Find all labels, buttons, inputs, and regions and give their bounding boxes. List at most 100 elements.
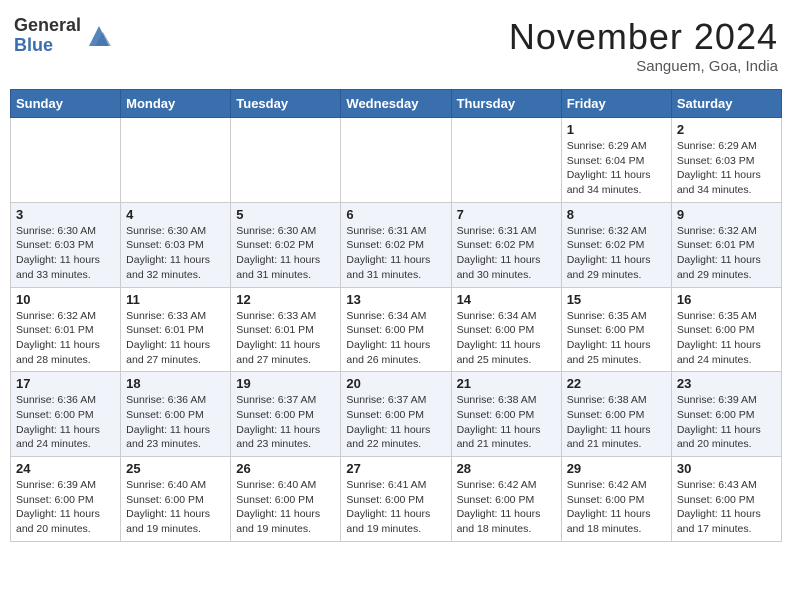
day-header-wednesday: Wednesday xyxy=(341,90,451,118)
calendar-day-10: 10 Sunrise: 6:32 AM Sunset: 6:01 PM Dayli… xyxy=(11,287,121,372)
calendar-day-3: 3 Sunrise: 6:30 AM Sunset: 6:03 PM Daylig… xyxy=(11,202,121,287)
day-info: Sunrise: 6:40 AM Sunset: 6:00 PM Dayligh… xyxy=(126,478,225,537)
day-number: 6 xyxy=(346,207,445,222)
title-block: November 2024 Sanguem, Goa, India xyxy=(509,16,778,75)
day-info: Sunrise: 6:30 AM Sunset: 6:03 PM Dayligh… xyxy=(16,224,115,283)
day-info: Sunrise: 6:30 AM Sunset: 6:03 PM Dayligh… xyxy=(126,224,225,283)
calendar-empty xyxy=(121,118,231,203)
day-number: 10 xyxy=(16,292,115,307)
calendar-day-27: 27 Sunrise: 6:41 AM Sunset: 6:00 PM Dayli… xyxy=(341,457,451,542)
day-number: 12 xyxy=(236,292,335,307)
calendar-day-6: 6 Sunrise: 6:31 AM Sunset: 6:02 PM Daylig… xyxy=(341,202,451,287)
calendar-day-16: 16Sunrise: 6:35 AM Sunset: 6:00 PM Dayli… xyxy=(671,287,781,372)
calendar-week-1: 3 Sunrise: 6:30 AM Sunset: 6:03 PM Daylig… xyxy=(11,202,782,287)
day-info: Sunrise: 6:36 AM Sunset: 6:00 PM Dayligh… xyxy=(126,393,225,452)
day-info: Sunrise: 6:33 AM Sunset: 6:01 PM Dayligh… xyxy=(126,309,225,368)
day-number: 13 xyxy=(346,292,445,307)
logo-blue-text: Blue xyxy=(14,36,81,56)
day-header-saturday: Saturday xyxy=(671,90,781,118)
day-info: Sunrise: 6:31 AM Sunset: 6:02 PM Dayligh… xyxy=(346,224,445,283)
calendar-day-13: 13 Sunrise: 6:34 AM Sunset: 6:00 PM Dayli… xyxy=(341,287,451,372)
day-info: Sunrise: 6:32 AM Sunset: 6:02 PM Dayligh… xyxy=(567,224,666,283)
day-info: Sunrise: 6:39 AM Sunset: 6:00 PM Dayligh… xyxy=(16,478,115,537)
calendar-day-22: 22 Sunrise: 6:38 AM Sunset: 6:00 PM Dayli… xyxy=(561,372,671,457)
logo-icon xyxy=(85,22,113,50)
day-info: Sunrise: 6:36 AM Sunset: 6:00 PM Dayligh… xyxy=(16,393,115,452)
month-title: November 2024 xyxy=(509,16,778,58)
day-number: 18 xyxy=(126,376,225,391)
calendar-day-25: 25Sunrise: 6:40 AM Sunset: 6:00 PM Dayli… xyxy=(121,457,231,542)
day-number: 11 xyxy=(126,292,225,307)
day-number: 22 xyxy=(567,376,666,391)
calendar-day-29: 29 Sunrise: 6:42 AM Sunset: 6:00 PM Dayli… xyxy=(561,457,671,542)
day-info: Sunrise: 6:35 AM Sunset: 6:00 PM Dayligh… xyxy=(567,309,666,368)
day-number: 17 xyxy=(16,376,115,391)
day-number: 23 xyxy=(677,376,776,391)
day-info: Sunrise: 6:42 AM Sunset: 6:00 PM Dayligh… xyxy=(567,478,666,537)
day-info: Sunrise: 6:38 AM Sunset: 6:00 PM Dayligh… xyxy=(567,393,666,452)
calendar-day-7: 7 Sunrise: 6:31 AM Sunset: 6:02 PM Daylig… xyxy=(451,202,561,287)
day-number: 5 xyxy=(236,207,335,222)
day-number: 27 xyxy=(346,461,445,476)
calendar-day-9: 9 Sunrise: 6:32 AM Sunset: 6:01 PM Daylig… xyxy=(671,202,781,287)
calendar-day-5: 5 Sunrise: 6:30 AM Sunset: 6:02 PM Daylig… xyxy=(231,202,341,287)
day-number: 9 xyxy=(677,207,776,222)
day-info: Sunrise: 6:30 AM Sunset: 6:02 PM Dayligh… xyxy=(236,224,335,283)
day-number: 29 xyxy=(567,461,666,476)
calendar-day-14: 14 Sunrise: 6:34 AM Sunset: 6:00 PM Dayli… xyxy=(451,287,561,372)
day-number: 28 xyxy=(457,461,556,476)
day-info: Sunrise: 6:32 AM Sunset: 6:01 PM Dayligh… xyxy=(16,309,115,368)
day-info: Sunrise: 6:40 AM Sunset: 6:00 PM Dayligh… xyxy=(236,478,335,537)
day-number: 7 xyxy=(457,207,556,222)
day-info: Sunrise: 6:33 AM Sunset: 6:01 PM Dayligh… xyxy=(236,309,335,368)
day-number: 30 xyxy=(677,461,776,476)
day-info: Sunrise: 6:41 AM Sunset: 6:00 PM Dayligh… xyxy=(346,478,445,537)
calendar-table: SundayMondayTuesdayWednesdayThursdayFrid… xyxy=(10,89,782,542)
calendar-day-26: 26 Sunrise: 6:40 AM Sunset: 6:00 PM Dayli… xyxy=(231,457,341,542)
day-info: Sunrise: 6:34 AM Sunset: 6:00 PM Dayligh… xyxy=(457,309,556,368)
day-number: 19 xyxy=(236,376,335,391)
calendar-empty xyxy=(11,118,121,203)
calendar-day-20: 20 Sunrise: 6:37 AM Sunset: 6:00 PM Dayli… xyxy=(341,372,451,457)
day-number: 20 xyxy=(346,376,445,391)
calendar-day-15: 15 Sunrise: 6:35 AM Sunset: 6:00 PM Dayli… xyxy=(561,287,671,372)
day-info: Sunrise: 6:37 AM Sunset: 6:00 PM Dayligh… xyxy=(346,393,445,452)
day-header-sunday: Sunday xyxy=(11,90,121,118)
calendar-day-8: 8 Sunrise: 6:32 AM Sunset: 6:02 PM Daylig… xyxy=(561,202,671,287)
day-header-thursday: Thursday xyxy=(451,90,561,118)
day-header-monday: Monday xyxy=(121,90,231,118)
day-number: 14 xyxy=(457,292,556,307)
calendar-day-23: 23Sunrise: 6:39 AM Sunset: 6:00 PM Dayli… xyxy=(671,372,781,457)
calendar-week-3: 17 Sunrise: 6:36 AM Sunset: 6:00 PM Dayli… xyxy=(11,372,782,457)
calendar-week-2: 10 Sunrise: 6:32 AM Sunset: 6:01 PM Dayli… xyxy=(11,287,782,372)
calendar-empty xyxy=(341,118,451,203)
calendar-day-18: 18 Sunrise: 6:36 AM Sunset: 6:00 PM Dayli… xyxy=(121,372,231,457)
calendar-header-row: SundayMondayTuesdayWednesdayThursdayFrid… xyxy=(11,90,782,118)
calendar-day-19: 19Sunrise: 6:37 AM Sunset: 6:00 PM Dayli… xyxy=(231,372,341,457)
day-header-friday: Friday xyxy=(561,90,671,118)
logo-general-text: General xyxy=(14,16,81,36)
day-info: Sunrise: 6:31 AM Sunset: 6:02 PM Dayligh… xyxy=(457,224,556,283)
day-number: 21 xyxy=(457,376,556,391)
day-info: Sunrise: 6:43 AM Sunset: 6:00 PM Dayligh… xyxy=(677,478,776,537)
day-number: 1 xyxy=(567,122,666,137)
calendar-empty xyxy=(451,118,561,203)
day-number: 15 xyxy=(567,292,666,307)
day-info: Sunrise: 6:29 AM Sunset: 6:03 PM Dayligh… xyxy=(677,139,776,198)
calendar-day-28: 28Sunrise: 6:42 AM Sunset: 6:00 PM Dayli… xyxy=(451,457,561,542)
day-header-tuesday: Tuesday xyxy=(231,90,341,118)
day-info: Sunrise: 6:34 AM Sunset: 6:00 PM Dayligh… xyxy=(346,309,445,368)
calendar-day-11: 11 Sunrise: 6:33 AM Sunset: 6:01 PM Dayli… xyxy=(121,287,231,372)
calendar-week-4: 24 Sunrise: 6:39 AM Sunset: 6:00 PM Dayli… xyxy=(11,457,782,542)
day-number: 3 xyxy=(16,207,115,222)
day-number: 24 xyxy=(16,461,115,476)
day-info: Sunrise: 6:32 AM Sunset: 6:01 PM Dayligh… xyxy=(677,224,776,283)
day-number: 8 xyxy=(567,207,666,222)
day-number: 26 xyxy=(236,461,335,476)
calendar-week-0: 1Sunrise: 6:29 AM Sunset: 6:04 PM Daylig… xyxy=(11,118,782,203)
logo: General Blue xyxy=(14,16,113,56)
calendar-day-24: 24 Sunrise: 6:39 AM Sunset: 6:00 PM Dayli… xyxy=(11,457,121,542)
location: Sanguem, Goa, India xyxy=(509,58,778,75)
day-number: 4 xyxy=(126,207,225,222)
calendar-day-4: 4 Sunrise: 6:30 AM Sunset: 6:03 PM Daylig… xyxy=(121,202,231,287)
